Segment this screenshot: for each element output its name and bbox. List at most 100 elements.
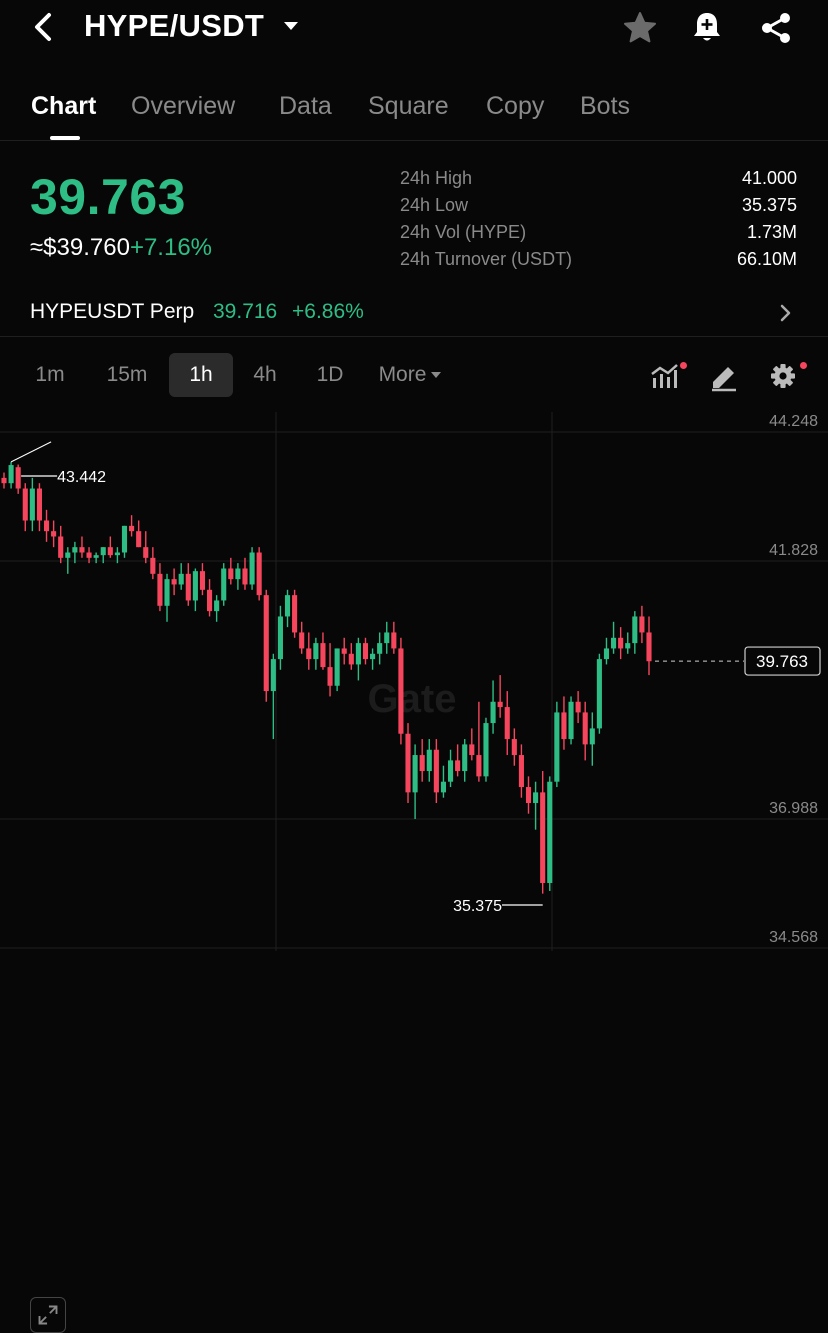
candle [384,621,390,654]
candle-body [72,547,78,553]
candle [469,728,475,761]
candle-body [639,616,645,633]
candle [29,477,35,532]
candle [299,621,305,654]
gear-icon[interactable] [766,360,800,392]
candle [440,765,447,798]
pencil-icon[interactable] [708,360,742,392]
tab-bots[interactable]: Bots [580,92,630,121]
candle-body [206,589,213,612]
candle [447,749,454,788]
candle-body [504,707,510,740]
chevron-right-icon[interactable] [778,302,794,324]
candle-body [100,547,106,556]
candle [256,547,262,601]
candle-body [65,552,71,558]
share-icon[interactable] [758,10,794,46]
candle-body [107,547,113,556]
indicator-chart-icon[interactable] [648,360,682,392]
candle [518,744,524,798]
candle [497,675,503,718]
tab-overview[interactable]: Overview [131,92,235,121]
candle-body [646,632,652,662]
last-price: 39.763 [30,169,186,225]
candle-body [263,595,269,692]
candle-body [178,573,184,585]
candle-body [370,653,376,660]
interval-more[interactable]: More [368,353,452,397]
low-marker-label: 35.375 [453,898,502,915]
candle-body [554,712,560,782]
candle-body [525,787,532,804]
candle-body [518,755,524,788]
candle-body [433,749,439,793]
back-arrow-icon[interactable] [28,10,58,44]
candle-body [199,571,206,590]
candle-body [561,712,567,740]
caret-down-icon[interactable] [284,22,298,30]
interval-4h[interactable]: 4h [240,353,290,397]
candle [603,637,610,665]
candle-body [603,648,610,660]
candle-body [270,659,276,692]
current-price-label: 39.763 [756,652,808,671]
candle-body [469,744,475,756]
candle-body [51,531,57,537]
y-tick-label: 41.828 [769,542,818,559]
pair-title[interactable]: HYPE/USDT [84,8,264,44]
star-icon[interactable] [622,10,658,46]
candle [249,547,255,590]
stat-value-turnover: 66.10M [736,249,797,269]
candle [511,728,517,766]
candle-body [632,616,638,644]
candle [51,520,57,548]
tab-data[interactable]: Data [279,92,332,121]
candle [582,701,588,761]
candle-body [398,648,404,734]
candle [199,563,206,596]
caret-down-icon [431,372,442,379]
expand-icon[interactable] [30,1297,66,1333]
stat-value-low: 35.375 [741,195,797,215]
candle [334,648,340,692]
candle-body [29,488,35,521]
top-bar: HYPE/USDT [0,0,828,60]
candle-body [405,733,411,793]
candle [164,573,170,622]
tab-chart[interactable]: Chart [31,92,96,121]
stat-label-low: 24h Low [400,195,469,215]
candle-body [284,595,291,617]
perp-change-percent: +6.86% [292,300,364,323]
tab-square[interactable]: Square [368,92,449,121]
candle [22,483,28,532]
candle-body [596,659,602,729]
interval-1m[interactable]: 1m [24,353,76,397]
interval-15m[interactable]: 15m [96,353,158,397]
stat-label-volume: 24h Vol (HYPE) [400,222,527,242]
candle-body [327,667,333,686]
candle [58,525,64,564]
interval-1h[interactable]: 1h [169,353,233,397]
candles [1,461,652,894]
chart-canvas[interactable]: Gate 44.248 41.828 36.988 34.568 43.442 35.3… [0,412,828,951]
candle [263,589,269,702]
candle-body [79,547,85,553]
indicator-badge-dot [680,362,687,369]
candle-body [192,571,198,601]
candle-body [22,488,28,521]
interval-1d[interactable]: 1D [304,353,356,397]
bell-plus-icon[interactable] [690,9,724,45]
candle-body [412,755,418,793]
candle-body [419,755,425,772]
perp-row[interactable]: HYPEUSDT Perp 39.716 +6.86% [0,290,828,337]
candle-body [426,749,432,772]
stat-label-high: 24h High [400,168,473,188]
settings-badge-dot [800,362,807,369]
tab-copy[interactable]: Copy [486,92,544,121]
candle [391,621,397,654]
candle [412,744,418,820]
candle-body [86,552,92,558]
candle [178,563,184,590]
candlestick-chart[interactable]: Gate 44.248 41.828 36.988 34.568 43.442 35.3… [0,412,828,1333]
candle-body [58,536,64,558]
